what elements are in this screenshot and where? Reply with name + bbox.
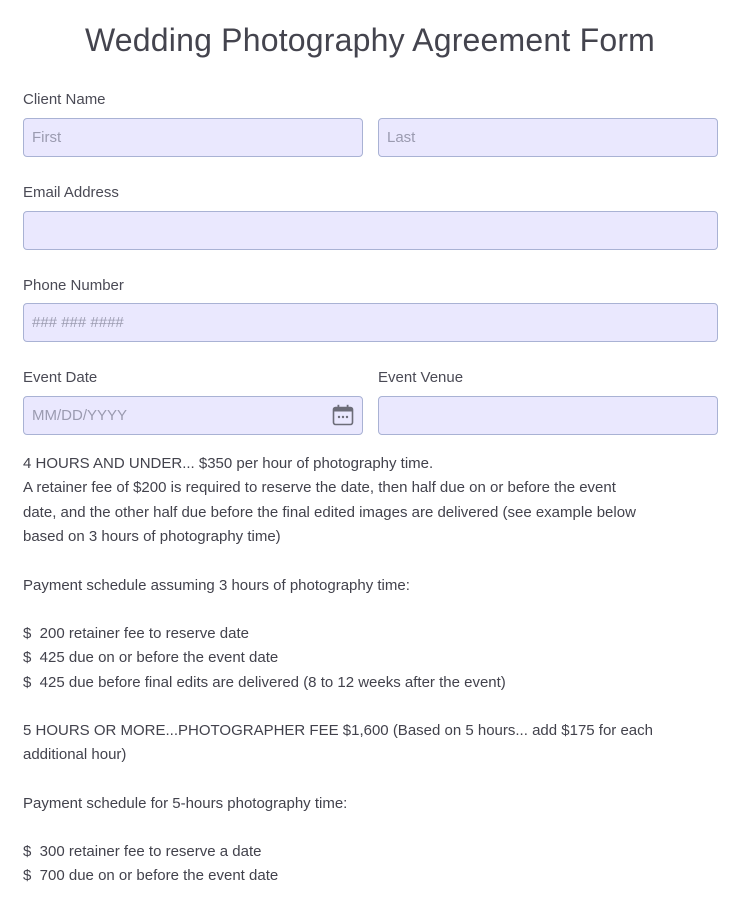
schedule-item: $ 425 due before final edits are deliver… [23,673,506,691]
schedule-1-list: $ 200 retainer fee to reserve date $ 425… [23,622,723,695]
event-date-label: Event Date [23,369,98,386]
calendar-icon[interactable] [332,404,354,426]
schedule-item: $ 300 retainer fee to reserve a date [23,843,262,860]
email-input[interactable] [23,211,718,250]
schedule-item: $ 425 due on or before the event date [23,649,279,667]
terms-line: 4 HOURS AND UNDER... $350 per hour of ph… [23,455,434,472]
terms-line: based on 3 hours of photography time) [23,527,281,545]
event-date-field [23,396,363,435]
terms-line: date, and the other half due before the … [23,503,636,521]
last-name-input[interactable] [378,118,718,157]
terms-line: 5 HOURS OR MORE...PHOTOGRAPHER FEE $1,60… [23,722,653,739]
event-venue-label: Event Venue [378,369,464,386]
first-name-input[interactable] [23,118,363,157]
terms-line: additional hour) [23,746,127,764]
terms-paragraph-2: 5 HOURS OR MORE...PHOTOGRAPHER FEE $1,60… [23,719,723,768]
event-date-input[interactable] [23,396,363,435]
phone-label: Phone Number [23,277,124,294]
client-name-label: Client Name [23,91,106,108]
terms-line: A retainer fee of $200 is required to re… [23,479,616,497]
schedule-2-list: $ 300 retainer fee to reserve a date $ 7… [23,840,723,889]
schedule-item: $ 200 retainer fee to reserve date [23,625,249,642]
agreement-form: Wedding Photography Agreement Form Clien… [0,0,740,900]
email-label: Email Address [23,184,119,201]
terms-paragraph-1: 4 HOURS AND UNDER... $350 per hour of ph… [23,452,723,549]
schedule-2-heading: Payment schedule for 5-hours photography… [23,795,348,812]
schedule-item: $ 700 due on or before the event date [23,867,279,885]
schedule-1-heading: Payment schedule assuming 3 hours of pho… [23,577,410,594]
phone-input[interactable] [23,303,718,342]
form-title: Wedding Photography Agreement Form [84,22,656,58]
event-venue-input[interactable] [378,396,718,435]
